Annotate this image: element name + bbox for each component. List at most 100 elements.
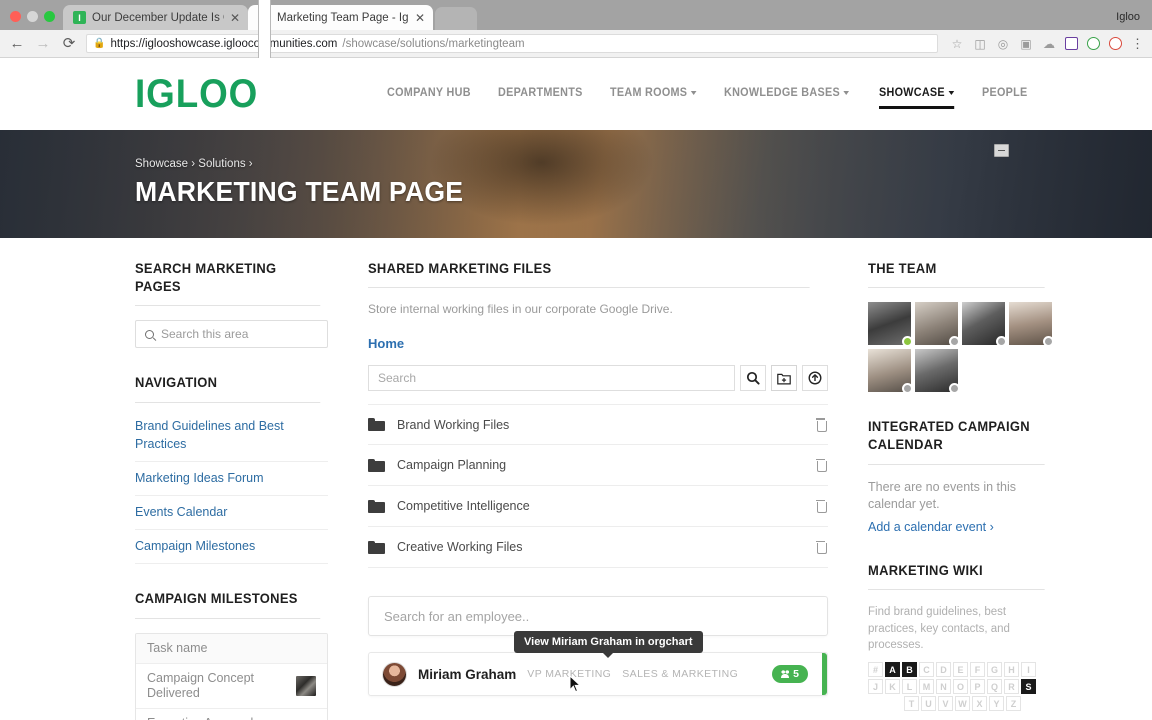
avatar[interactable] <box>915 302 960 348</box>
add-calendar-event-link[interactable]: Add a calendar event › <box>868 520 994 534</box>
cloud-icon[interactable]: ☁ <box>1042 37 1056 51</box>
milestones-column-task-name: Task name <box>147 640 208 655</box>
address-bar[interactable]: 🔒 https://iglooshowcase.igloocommunities… <box>86 34 938 53</box>
file-search-input[interactable]: Search <box>368 365 735 392</box>
trash-icon[interactable] <box>815 499 827 514</box>
maximize-window-button[interactable] <box>44 11 55 22</box>
nav-company-hub[interactable]: COMPANY HUB <box>387 87 471 102</box>
nav-departments[interactable]: DEPARTMENTS <box>498 87 583 102</box>
browser-tab-2[interactable]: Marketing Team Page - Igloo S ✕ <box>248 0 433 349</box>
sidebar-link-marketing-ideas-forum[interactable]: Marketing Ideas Forum <box>135 462 328 497</box>
avatar[interactable] <box>868 302 913 348</box>
list-item[interactable]: Brand Working Files <box>368 404 828 446</box>
employee-card[interactable]: View Miriam Graham in orgchart Miriam Gr… <box>368 631 828 697</box>
alpha-i[interactable]: I <box>1021 662 1036 678</box>
close-tab-1-icon[interactable]: ✕ <box>230 12 240 24</box>
trash-icon[interactable] <box>815 540 827 555</box>
avatar <box>296 676 316 696</box>
avatar[interactable] <box>962 302 1007 348</box>
alpha-r[interactable]: R <box>1004 679 1019 695</box>
close-window-button[interactable] <box>10 11 21 22</box>
alpha-w[interactable]: W <box>955 696 970 712</box>
hero-collapse-button[interactable] <box>994 144 1009 157</box>
back-icon[interactable]: ← <box>8 36 26 51</box>
alpha-n[interactable]: N <box>936 679 951 695</box>
alpha-q[interactable]: Q <box>987 679 1002 695</box>
alpha-v[interactable]: V <box>938 696 953 712</box>
minimize-window-button[interactable] <box>27 11 38 22</box>
igloo-logo[interactable]: IGLOO <box>135 72 258 117</box>
screenshot-icon[interactable]: ▣ <box>1019 37 1033 51</box>
left-sidebar: SEARCH MARKETING PAGES Search this area … <box>135 260 328 720</box>
employee-search-input[interactable]: Search for an employee.. <box>368 596 828 637</box>
alpha-t[interactable]: T <box>904 696 919 712</box>
new-tab-button[interactable] <box>435 7 477 30</box>
direct-reports-badge[interactable]: 5 <box>772 665 808 684</box>
alpha-z[interactable]: Z <box>1006 696 1021 712</box>
avatar[interactable] <box>915 349 960 395</box>
alpha-j[interactable]: J <box>868 679 883 695</box>
extension-red-icon[interactable] <box>1109 37 1122 50</box>
alphabet-row-2: J K L M N O P Q R S <box>868 679 1052 695</box>
avatar[interactable] <box>1009 302 1054 348</box>
table-row[interactable]: Executive Approval on Campaign <box>136 709 327 720</box>
nav-people[interactable]: PEOPLE <box>982 87 1028 102</box>
nav-departments-label: DEPARTMENTS <box>497 86 583 99</box>
close-tab-2-icon[interactable]: ✕ <box>415 12 425 24</box>
list-item[interactable]: Competitive Intelligence <box>368 486 828 528</box>
file-toolbar: Search <box>368 365 828 392</box>
sidebar-link-brand-guidelines[interactable]: Brand Guidelines and Best Practices <box>135 417 328 462</box>
alpha-l[interactable]: L <box>902 679 917 695</box>
alpha-o[interactable]: O <box>953 679 968 695</box>
url-domain: https://iglooshowcase.igloocommunities.c… <box>110 37 338 50</box>
alpha-e[interactable]: E <box>953 662 968 678</box>
alpha-s[interactable]: S <box>1021 679 1036 695</box>
alpha-m[interactable]: M <box>919 679 934 695</box>
cast-icon[interactable]: ◫ <box>973 37 987 51</box>
browser-menu-icon[interactable]: ⋮ <box>1131 36 1144 52</box>
list-item[interactable]: Campaign Planning <box>368 445 828 487</box>
bookmark-star-icon[interactable]: ☆ <box>950 37 964 51</box>
status-badge <box>1043 336 1054 348</box>
alpha-f[interactable]: F <box>970 662 985 678</box>
extension-green-icon[interactable] <box>1087 37 1100 50</box>
avatar[interactable] <box>868 349 913 395</box>
alpha-p[interactable]: P <box>970 679 985 695</box>
forward-icon[interactable]: → <box>34 36 52 51</box>
alpha-y[interactable]: Y <box>989 696 1004 712</box>
nav-team-rooms[interactable]: TEAM ROOMS <box>610 87 697 102</box>
page-content: IGLOO COMPANY HUB DEPARTMENTS TEAM ROOMS… <box>0 58 1152 720</box>
igloo-favicon: I <box>73 11 86 24</box>
search-input[interactable]: Search this area <box>135 320 328 349</box>
alpha-c[interactable]: C <box>919 662 934 678</box>
profile-label[interactable]: Igloo <box>1116 11 1140 23</box>
alpha-g[interactable]: G <box>987 662 1002 678</box>
alpha-d[interactable]: D <box>936 662 951 678</box>
table-row[interactable]: Campaign Concept Delivered <box>136 664 327 710</box>
alpha-x[interactable]: X <box>972 696 987 712</box>
trash-icon[interactable] <box>815 458 827 473</box>
window-controls[interactable] <box>8 11 63 30</box>
file-breadcrumb-home[interactable]: Home <box>368 336 828 351</box>
reload-icon[interactable]: ⟳ <box>60 36 78 51</box>
nav-company-hub-label: COMPANY HUB <box>386 86 471 99</box>
camera-icon[interactable]: ◎ <box>996 37 1010 51</box>
alpha-k[interactable]: K <box>885 679 900 695</box>
file-search-button[interactable] <box>740 365 766 392</box>
browser-tab-1[interactable]: I Our December Update Is On T ✕ <box>63 5 248 30</box>
alpha-b[interactable]: B <box>902 662 917 678</box>
alpha-u[interactable]: U <box>921 696 936 712</box>
list-item[interactable]: Creative Working Files <box>368 527 828 569</box>
trash-icon[interactable] <box>815 418 827 432</box>
alpha-hash[interactable]: # <box>868 662 883 678</box>
new-folder-button[interactable] <box>771 365 797 392</box>
extension-purple-icon[interactable] <box>1065 37 1078 50</box>
nav-knowledge-bases[interactable]: KNOWLEDGE BASES <box>724 87 850 102</box>
alpha-a[interactable]: A <box>885 662 900 678</box>
nav-showcase[interactable]: SHOWCASE <box>879 87 955 109</box>
breadcrumb[interactable]: Showcase › Solutions › <box>135 158 1152 170</box>
alpha-h[interactable]: H <box>1004 662 1019 678</box>
sidebar-link-events-calendar[interactable]: Events Calendar <box>135 496 328 531</box>
sidebar-link-campaign-milestones[interactable]: Campaign Milestones <box>135 530 328 565</box>
upload-button[interactable] <box>802 365 828 392</box>
